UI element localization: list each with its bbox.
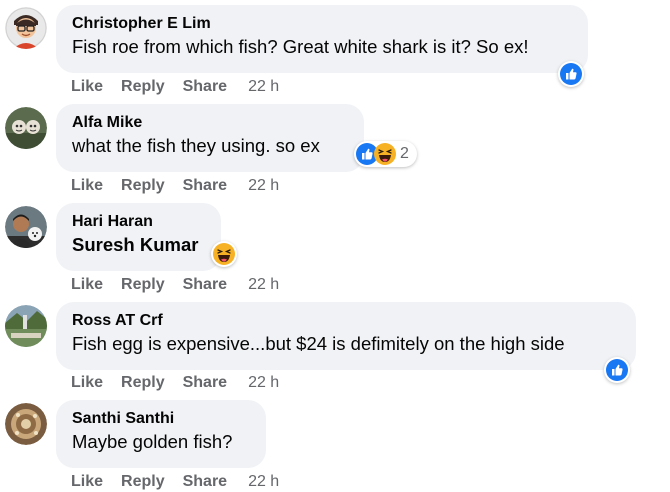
like-reaction-icon (560, 63, 582, 85)
haha-reaction-icon (213, 243, 235, 265)
share-button[interactable]: Share (183, 176, 227, 196)
reaction-count: 2 (400, 145, 409, 162)
reaction-badge[interactable]: 2 (354, 141, 417, 167)
tagged-user-link[interactable]: Suresh Kumar (72, 234, 198, 255)
reply-button[interactable]: Reply (121, 176, 165, 196)
reply-button[interactable]: Reply (121, 373, 165, 393)
share-button[interactable]: Share (183, 373, 227, 393)
reaction-badge[interactable] (558, 61, 584, 87)
timestamp[interactable]: 22 h (248, 77, 279, 97)
comment-bubble: Alfa Mike what the fish they using. so e… (56, 104, 364, 172)
comment-text: Maybe golden fish? (72, 431, 233, 452)
avatar[interactable] (5, 206, 47, 248)
share-button[interactable]: Share (183, 472, 227, 492)
timestamp[interactable]: 22 h (248, 472, 279, 492)
like-button[interactable]: Like (71, 275, 103, 295)
avatar[interactable] (5, 7, 47, 49)
like-button[interactable]: Like (71, 373, 103, 393)
comment-author[interactable]: Christopher E Lim (72, 14, 572, 34)
like-button[interactable]: Like (71, 472, 103, 492)
comment-text: Fish roe from which fish? Great white sh… (72, 36, 529, 57)
share-button[interactable]: Share (183, 77, 227, 97)
timestamp[interactable]: 22 h (248, 275, 279, 295)
like-button[interactable]: Like (71, 176, 103, 196)
reaction-badge[interactable] (604, 357, 630, 383)
comment-author[interactable]: Ross AT Crf (72, 311, 620, 331)
comment-bubble: Christopher E Lim Fish roe from which fi… (56, 5, 588, 73)
comment-actions: Like Reply Share 22 h (71, 275, 279, 295)
reply-button[interactable]: Reply (121, 77, 165, 97)
comment-text: Suresh Kumar (72, 232, 205, 258)
timestamp[interactable]: 22 h (248, 176, 279, 196)
avatar[interactable] (5, 403, 47, 445)
comment-author[interactable]: Alfa Mike (72, 113, 348, 133)
comment-text: Fish egg is expensive...but $24 is defim… (72, 333, 565, 354)
comment-bubble: Ross AT Crf Fish egg is expensive...but … (56, 302, 636, 370)
comment-text: what the fish they using. so ex (72, 135, 320, 156)
share-button[interactable]: Share (183, 275, 227, 295)
reaction-badge[interactable] (211, 241, 237, 267)
comment-actions: Like Reply Share 22 h (71, 176, 279, 196)
avatar[interactable] (5, 305, 47, 347)
reply-button[interactable]: Reply (121, 275, 165, 295)
like-reaction-icon (606, 359, 628, 381)
comment-actions: Like Reply Share 22 h (71, 77, 279, 97)
comment-bubble: Hari Haran Suresh Kumar (56, 203, 221, 271)
reply-button[interactable]: Reply (121, 472, 165, 492)
like-button[interactable]: Like (71, 77, 103, 97)
comment-actions: Like Reply Share 22 h (71, 472, 279, 492)
comment-author[interactable]: Santhi Santhi (72, 409, 250, 429)
haha-reaction-icon (374, 143, 396, 165)
comment-bubble: Santhi Santhi Maybe golden fish? (56, 400, 266, 468)
timestamp[interactable]: 22 h (248, 373, 279, 393)
avatar[interactable] (5, 107, 47, 149)
comment-actions: Like Reply Share 22 h (71, 373, 279, 393)
comment-author[interactable]: Hari Haran (72, 212, 205, 232)
